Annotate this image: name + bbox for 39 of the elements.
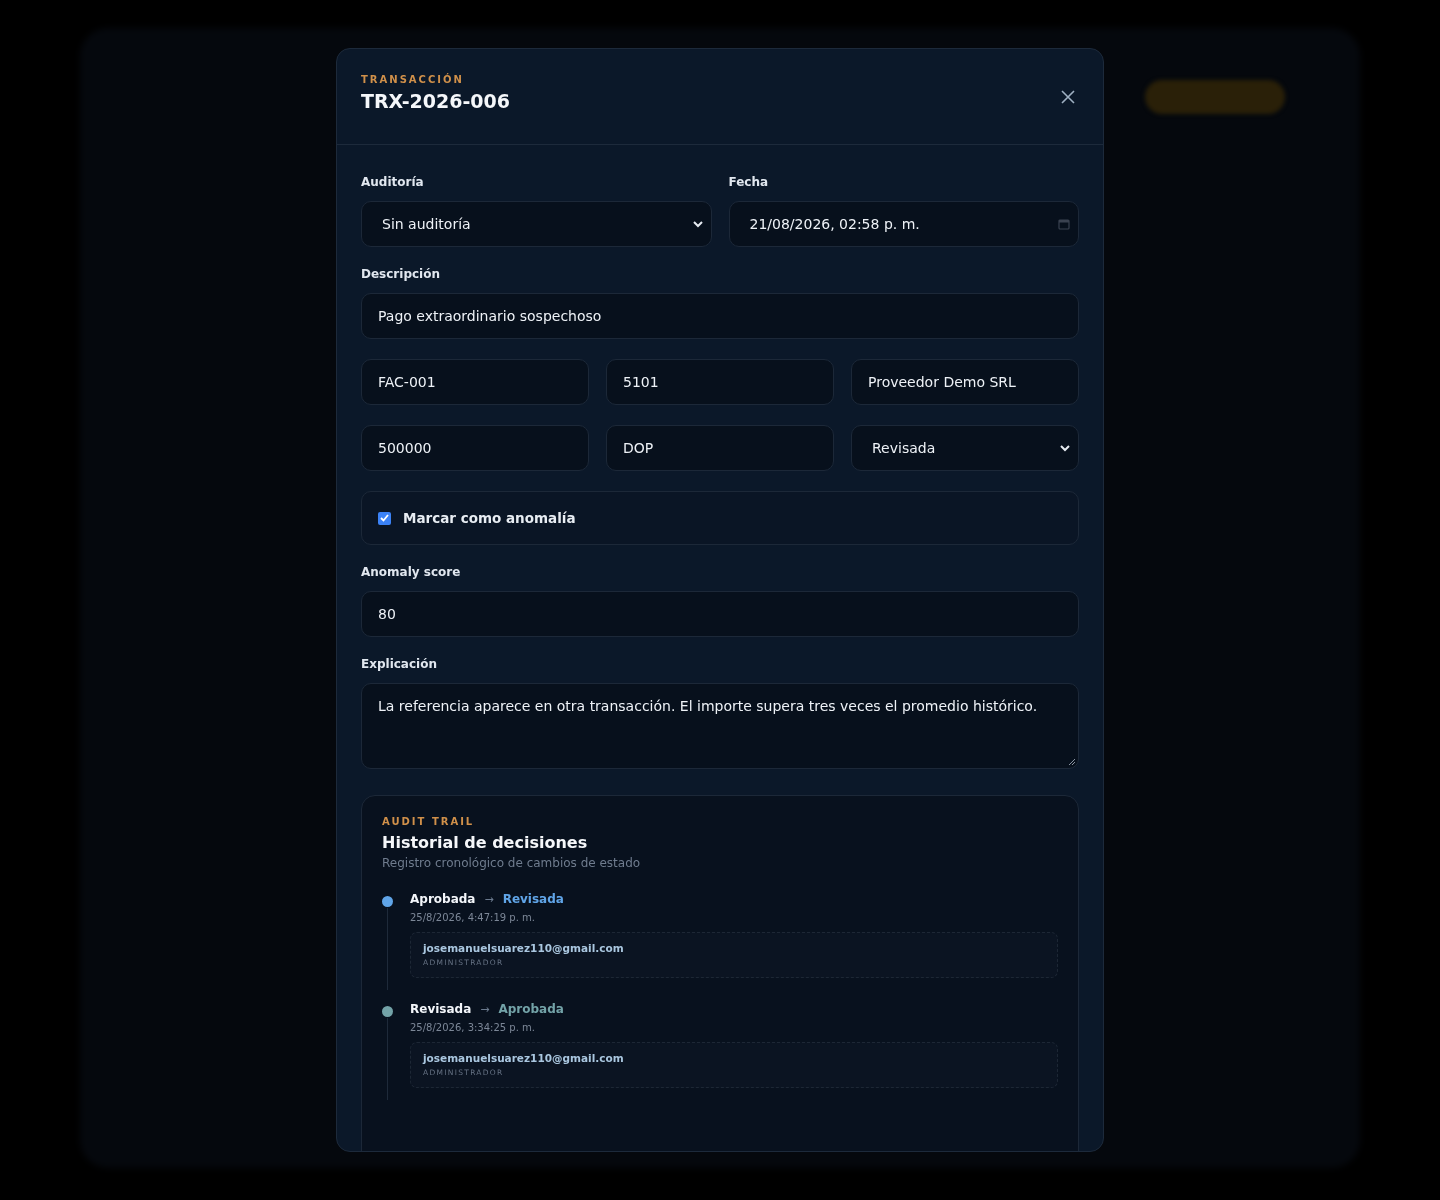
description-field[interactable]: Pago extraordinario sospechoso [361,293,1079,339]
explanation-field[interactable]: La referencia aparece en otra transacción. El importe supera tres veces el promedio histórico. [361,683,1079,769]
panel-eyebrow: AUDIT TRAIL [382,816,476,827]
new-status: Aprobada [498,1001,564,1018]
checkbox-label: Marcar como anomalía [403,510,576,526]
dialog-title: TRX-2026-006 [361,90,510,112]
arrow-glyph: → [484,892,494,908]
field-label: Explicación [361,657,438,672]
resize-grip-icon [1069,759,1076,766]
timestamp: 25/8/2026, 4:47:19 p. m. [410,912,536,923]
status-select[interactable]: Revisada [851,425,1079,471]
dialog-eyebrow: TRANSACCIÓN [361,74,465,85]
field-label: Auditoría [361,175,425,190]
amount-field[interactable]: 500000 [361,425,589,471]
chevron-down-icon [692,220,703,228]
vendor-field[interactable]: Proveedor Demo SRL [851,359,1079,405]
timestamp: 25/8/2026, 3:34:25 p. m. [410,1022,536,1033]
arrow-glyph: → [480,1002,490,1018]
close-icon [1061,90,1075,104]
panel-title: Historial de decisiones [382,833,589,852]
user-email: josemanuelsuarez110@gmail.com [423,942,625,954]
field-label: Anomaly score [361,565,462,580]
reference-field[interactable]: FAC-001 [361,359,589,405]
new-status: Revisada [502,891,564,908]
score-field[interactable]: 80 [361,591,1079,637]
close-button[interactable] [1061,90,1075,104]
account-field[interactable]: 5101 [606,359,834,405]
field-label: Fecha [728,175,770,190]
panel-subtitle: Registro cronológico de cambios de estado [382,856,642,870]
chevron-down-icon [1060,444,1070,452]
previous-status: Revisada [410,1001,472,1018]
calendar-icon [1058,218,1070,230]
previous-status: Aprobada [410,891,476,908]
checkbox[interactable] [378,511,391,525]
audit-select[interactable]: Sin auditoría [361,201,712,247]
currency-field[interactable]: DOP [606,425,834,471]
user-email: josemanuelsuarez110@gmail.com [423,1052,625,1064]
field-label: Descripción [361,267,441,282]
date-field[interactable]: 21/08/2026, 02:58 p. m. [728,201,1079,247]
